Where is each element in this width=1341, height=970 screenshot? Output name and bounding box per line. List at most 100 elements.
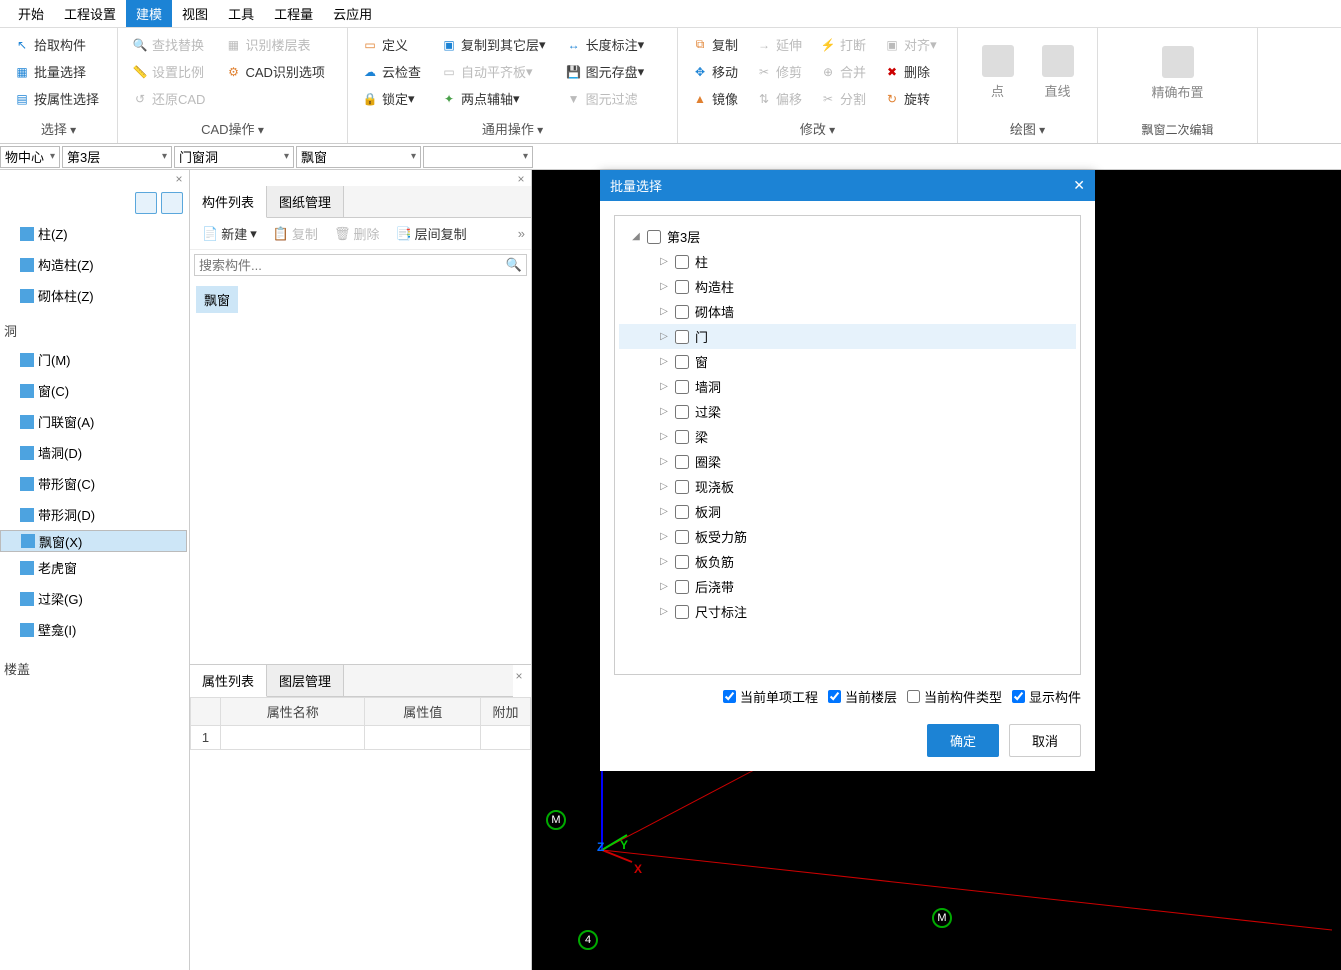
item-checkbox[interactable] [675,380,689,394]
expand-icon[interactable]: ▷ [659,606,669,617]
trim-button[interactable]: ✂修剪 [750,59,808,84]
tree-item-11[interactable]: ▷板受力筋 [619,524,1076,549]
more-icon[interactable]: » [518,226,525,241]
opt-current-floor[interactable]: 当前楼层 [828,687,897,706]
item-checkbox[interactable] [675,305,689,319]
point-button[interactable]: 点 [968,32,1028,112]
lock-button[interactable]: 🔒锁定 ▾ [356,86,427,111]
cloud-check-button[interactable]: ☁云检查 [356,59,427,84]
tree-item-baywindow[interactable]: 飘窗(X) [0,530,187,552]
item-checkbox[interactable] [675,280,689,294]
tree-item-3[interactable]: ▷门 [619,324,1076,349]
tab-drawing-mgmt[interactable]: 图纸管理 [267,186,344,217]
expand-icon[interactable]: ▷ [659,256,669,267]
selector-empty[interactable]: ▾ [423,146,533,168]
tree-item-window[interactable]: 窗(C) [0,375,189,406]
opt-cb-3[interactable] [1012,690,1025,703]
auto-level-button[interactable]: ▭自动平齐板 ▾ [435,59,552,84]
filter-element-button[interactable]: ▼图元过滤 [560,86,651,111]
tree-item-striphole[interactable]: 带形洞(D) [0,499,189,530]
menu-quantity[interactable]: 工程量 [264,0,323,27]
tree-item-13[interactable]: ▷后浇带 [619,574,1076,599]
tree-item-1[interactable]: ▷构造柱 [619,274,1076,299]
expand-icon[interactable]: ▷ [659,306,669,317]
save-element-button[interactable]: 💾图元存盘 ▾ [560,59,651,84]
search-icon[interactable]: 🔍 [506,257,522,273]
item-checkbox[interactable] [675,430,689,444]
cancel-button[interactable]: 取消 [1009,724,1081,757]
pick-component-button[interactable]: ↖拾取构件 [8,32,105,57]
copy-button[interactable]: ⧉复制 [686,32,744,57]
define-button[interactable]: ▭定义 [356,32,427,57]
split-button[interactable]: ✂分割 [814,86,872,111]
merge-button[interactable]: ⊕合并 [814,59,872,84]
tree-item-gouzao[interactable]: 构造柱(Z) [0,249,189,280]
tree-item-qiti[interactable]: 砌体柱(Z) [0,280,189,311]
item-checkbox[interactable] [675,355,689,369]
expand-icon[interactable]: ▷ [659,281,669,292]
find-replace-button[interactable]: 🔍查找替换 [126,32,211,57]
expand-icon[interactable]: ▷ [659,481,669,492]
item-checkbox[interactable] [675,480,689,494]
opt-show-component[interactable]: 显示构件 [1012,687,1081,706]
menu-engsettings[interactable]: 工程设置 [54,0,126,27]
close-prop-icon[interactable]: × [512,669,526,683]
tree-item-8[interactable]: ▷圈梁 [619,449,1076,474]
tree-item-wallhole[interactable]: 墙洞(D) [0,437,189,468]
precise-layout-button[interactable]: 精确布置 [1148,32,1208,114]
tree-item-lintel[interactable]: 过梁(G) [0,583,189,614]
table-row[interactable]: 1 [191,726,531,750]
menu-view[interactable]: 视图 [172,0,218,27]
expand-icon[interactable]: ▷ [659,331,669,342]
tree-item-5[interactable]: ▷墙洞 [619,374,1076,399]
opt-cb-2[interactable] [907,690,920,703]
search-input[interactable] [199,258,506,273]
two-point-axis-button[interactable]: ✦两点辅轴 ▾ [435,86,552,111]
delete-comp-button[interactable]: 🗑删除 [328,222,386,245]
collapse-icon[interactable]: ◢ [631,231,641,242]
move-button[interactable]: ✥移动 [686,59,744,84]
item-checkbox[interactable] [675,555,689,569]
tree-item-door[interactable]: 门(M) [0,344,189,375]
align-button[interactable]: ▣对齐 ▾ [878,32,943,57]
set-scale-button[interactable]: 📏设置比例 [126,59,211,84]
dialog-titlebar[interactable]: 批量选择 ✕ [600,170,1095,201]
copy-comp-button[interactable]: 📋复制 [267,222,324,245]
item-checkbox[interactable] [675,580,689,594]
tree-item-6[interactable]: ▷过梁 [619,399,1076,424]
tree-item-7[interactable]: ▷梁 [619,424,1076,449]
item-checkbox[interactable] [675,255,689,269]
mirror-button[interactable]: ▲镜像 [686,86,744,111]
select-by-prop-button[interactable]: ▤按属性选择 [8,86,105,111]
identify-floor-button[interactable]: ▦识别楼层表 [219,32,330,57]
tree-item-9[interactable]: ▷现浇板 [619,474,1076,499]
tree-root[interactable]: ◢ 第3层 [619,224,1076,249]
dialog-close-icon[interactable]: ✕ [1073,177,1085,194]
delete-button[interactable]: ✖删除 [878,59,943,84]
selector-category[interactable]: 门窗洞▾ [174,146,294,168]
item-checkbox[interactable] [675,405,689,419]
cad-options-button[interactable]: ⚙CAD识别选项 [219,59,330,84]
opt-cb-1[interactable] [828,690,841,703]
menu-cloud[interactable]: 云应用 [323,0,382,27]
item-checkbox[interactable] [675,605,689,619]
tree-item-2[interactable]: ▷砌体墙 [619,299,1076,324]
tab-prop-list[interactable]: 属性列表 [190,665,267,697]
restore-cad-button[interactable]: ↺还原CAD [126,86,211,111]
rotate-button[interactable]: ↻旋转 [878,86,943,111]
line-button[interactable]: 直线 [1028,32,1088,112]
dialog-tree[interactable]: ◢ 第3层 ▷柱▷构造柱▷砌体墙▷门▷窗▷墙洞▷过梁▷梁▷圈梁▷现浇板▷板洞▷板… [614,215,1081,675]
menu-tools[interactable]: 工具 [218,0,264,27]
expand-icon[interactable]: ▷ [659,506,669,517]
expand-icon[interactable]: ▷ [659,406,669,417]
expand-icon[interactable]: ▷ [659,431,669,442]
item-checkbox[interactable] [675,505,689,519]
tree-item-10[interactable]: ▷板洞 [619,499,1076,524]
tree-item-12[interactable]: ▷板负筋 [619,549,1076,574]
opt-cb-0[interactable] [723,690,736,703]
offset-button[interactable]: ⇅偏移 [750,86,808,111]
tree-item-zhu[interactable]: 柱(Z) [0,218,189,249]
tab-component-list[interactable]: 构件列表 [190,186,267,218]
tree-item-4[interactable]: ▷窗 [619,349,1076,374]
selector-floor[interactable]: 第3层▾ [62,146,172,168]
